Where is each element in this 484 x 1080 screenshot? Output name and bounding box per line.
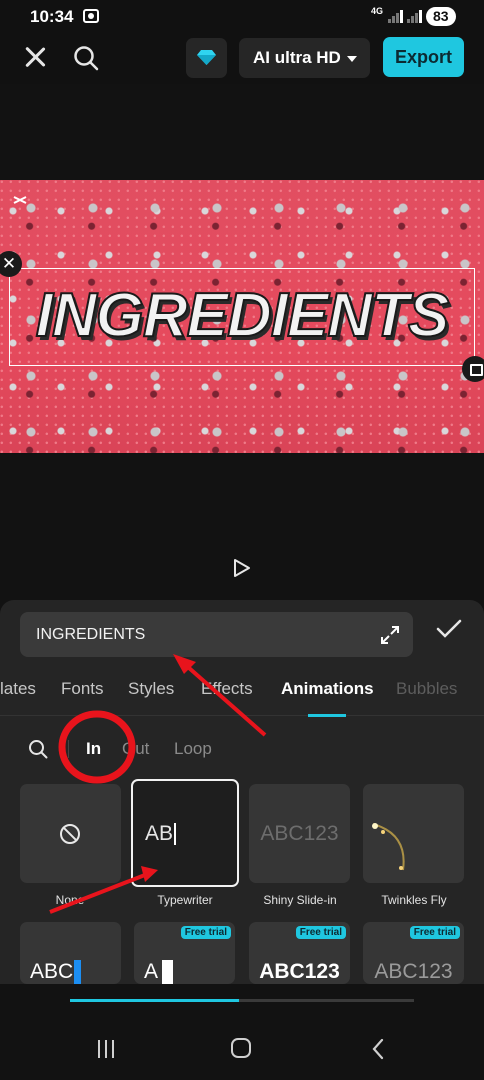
capcut-logo-icon xyxy=(13,196,27,204)
tab-animations[interactable]: Animations xyxy=(281,679,374,699)
expand-icon[interactable] xyxy=(380,625,400,645)
preview-text: ABC123 xyxy=(374,960,453,983)
search-icon[interactable] xyxy=(28,739,48,759)
confirm-check-icon[interactable] xyxy=(436,618,462,640)
system-nav-bar xyxy=(0,1016,484,1080)
screen-record-icon xyxy=(83,9,99,23)
scroll-track[interactable] xyxy=(70,999,414,1002)
preview-text: AB xyxy=(145,822,174,845)
battery-level: 83 xyxy=(426,7,456,26)
play-icon[interactable] xyxy=(233,558,251,578)
subtab-out[interactable]: Out xyxy=(122,739,149,759)
top-toolbar: AI ultra HD Export xyxy=(0,34,484,84)
animation-card-typewriter[interactable]: AB xyxy=(131,779,239,887)
home-icon[interactable] xyxy=(231,1038,251,1058)
text-overlay: INGREDIENTS xyxy=(35,280,451,351)
animation-card[interactable]: ABC xyxy=(20,922,121,984)
signal-icon-2 xyxy=(407,9,423,23)
tab-styles[interactable]: Styles xyxy=(128,679,174,699)
subtab-loop[interactable]: Loop xyxy=(174,739,212,759)
active-tab-indicator xyxy=(308,714,346,717)
signal-icon xyxy=(388,9,404,23)
export-button[interactable]: Export xyxy=(383,37,464,77)
animation-label: None xyxy=(55,893,85,907)
animation-type-tabs: In Out Loop xyxy=(0,730,484,766)
recents-icon[interactable] xyxy=(96,1040,116,1058)
back-icon[interactable] xyxy=(371,1038,385,1060)
preview-text: A xyxy=(144,960,159,983)
animation-card[interactable]: Free trial A xyxy=(134,922,235,984)
preview-text: ABC123 xyxy=(259,960,340,983)
caret-down-icon xyxy=(347,56,357,62)
tab-fonts[interactable]: Fonts xyxy=(61,679,104,699)
preview-text: ABC xyxy=(30,960,74,983)
subtab-in[interactable]: In xyxy=(86,739,101,759)
animation-card[interactable]: Free trial ABC123 xyxy=(363,922,464,984)
text-cursor xyxy=(174,823,177,846)
animation-label: Twinkles Fly xyxy=(381,893,447,907)
animation-label: Typewriter xyxy=(157,893,213,907)
tab-effects[interactable]: Effects xyxy=(201,679,253,699)
animation-card-twinkles-fly[interactable] xyxy=(363,784,464,883)
editor-tabs: lates Fonts Styles Effects Animations Bu… xyxy=(0,666,484,716)
clock: 10:34 xyxy=(30,7,74,26)
animation-label: Shiny Slide-in xyxy=(263,893,337,907)
pro-button[interactable] xyxy=(186,38,227,78)
quality-label: AI ultra HD xyxy=(253,48,341,67)
resize-handle-icon[interactable] xyxy=(462,356,484,382)
network-type: 4G xyxy=(371,6,384,16)
cursor-block xyxy=(162,960,174,984)
cursor-block xyxy=(74,960,82,984)
close-icon[interactable] xyxy=(24,46,46,68)
scroll-progress xyxy=(70,999,239,1002)
no-animation-icon xyxy=(60,824,80,844)
animation-card[interactable]: Free trial ABC123 xyxy=(249,922,350,984)
tab-templates[interactable]: lates xyxy=(0,679,36,699)
divider xyxy=(68,740,69,758)
tab-bubbles[interactable]: Bubbles xyxy=(396,679,457,699)
status-bar: 10:34 4G 83 xyxy=(0,0,484,34)
sparkle-preview xyxy=(372,823,405,871)
diamond-icon xyxy=(197,50,216,65)
search-icon[interactable] xyxy=(73,45,99,71)
animation-card-none[interactable] xyxy=(20,784,121,883)
quality-dropdown[interactable]: AI ultra HD xyxy=(239,38,370,78)
text-overlay-box[interactable]: INGREDIENTS xyxy=(9,268,475,366)
preview-text: ABC123 xyxy=(260,822,339,845)
text-input[interactable]: INGREDIENTS xyxy=(20,612,413,657)
animation-card-shiny-slide-in[interactable]: ABC123 xyxy=(249,784,350,883)
